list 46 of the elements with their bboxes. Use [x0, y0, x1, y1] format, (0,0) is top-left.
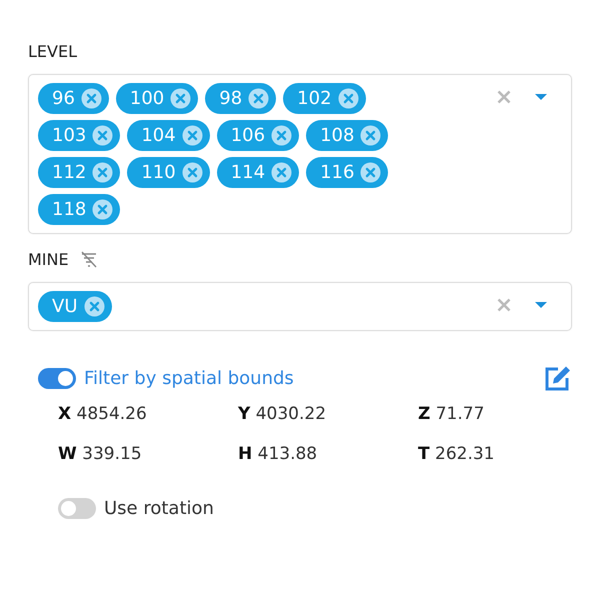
toggle-label: Filter by spatial bounds: [84, 368, 294, 388]
tag-label: 102: [297, 88, 332, 109]
tag-label: 112: [52, 162, 86, 183]
tag-label: 110: [141, 162, 176, 183]
field-label: MINE: [28, 250, 69, 268]
clear-icon[interactable]: [497, 90, 511, 104]
tag-label: 103: [52, 125, 86, 146]
toggle-switch[interactable]: [58, 498, 96, 519]
remove-tag-icon[interactable]: [92, 125, 114, 146]
tag-label: 104: [141, 125, 176, 146]
tag-label: 116: [320, 162, 354, 183]
toggle-label: Use rotation: [104, 498, 214, 519]
tag-label: 100: [130, 88, 164, 109]
coordinate-value: H 413.88: [238, 444, 318, 464]
coordinate-value: X 4854.26: [58, 404, 148, 424]
remove-tag-icon[interactable]: [80, 88, 102, 109]
field-label: LEVEL: [28, 42, 77, 60]
remove-tag-icon[interactable]: [338, 88, 359, 109]
remove-tag-icon[interactable]: [271, 162, 292, 183]
coordinate-value: Y 4030.22: [238, 404, 328, 424]
filter-off-icon[interactable]: [78, 250, 99, 268]
remove-tag-icon[interactable]: [92, 199, 114, 220]
multi-select-field[interactable]: VU: [28, 282, 572, 331]
tag-label: 108: [320, 125, 354, 146]
tag-label: 96: [52, 88, 75, 109]
remove-tag-icon[interactable]: [84, 296, 104, 317]
clear-icon[interactable]: [497, 298, 511, 312]
remove-tag-icon[interactable]: [170, 88, 192, 109]
remove-tag-icon[interactable]: [248, 88, 270, 109]
tag-label: 118: [52, 199, 86, 220]
tag-label: 106: [230, 125, 266, 146]
coordinate-value: Z 71.77: [418, 404, 486, 424]
edit-icon[interactable]: [544, 365, 572, 391]
tag-label: 114: [230, 162, 266, 183]
toggle-switch[interactable]: [38, 368, 76, 388]
coordinate-value: W 339.15: [58, 444, 143, 464]
tag-label: 98: [219, 88, 242, 109]
remove-tag-icon[interactable]: [182, 162, 203, 183]
remove-tag-icon[interactable]: [360, 162, 382, 183]
remove-tag-icon[interactable]: [92, 162, 114, 183]
remove-tag-icon[interactable]: [182, 125, 203, 146]
coordinate-value: T 262.31: [418, 444, 496, 464]
remove-tag-icon[interactable]: [271, 125, 292, 146]
remove-tag-icon[interactable]: [360, 125, 382, 146]
tag-label: VU: [52, 296, 78, 317]
multi-select-field[interactable]: 96 100 98 102 103 104 106 108 112 110 114 116 118: [28, 74, 572, 234]
